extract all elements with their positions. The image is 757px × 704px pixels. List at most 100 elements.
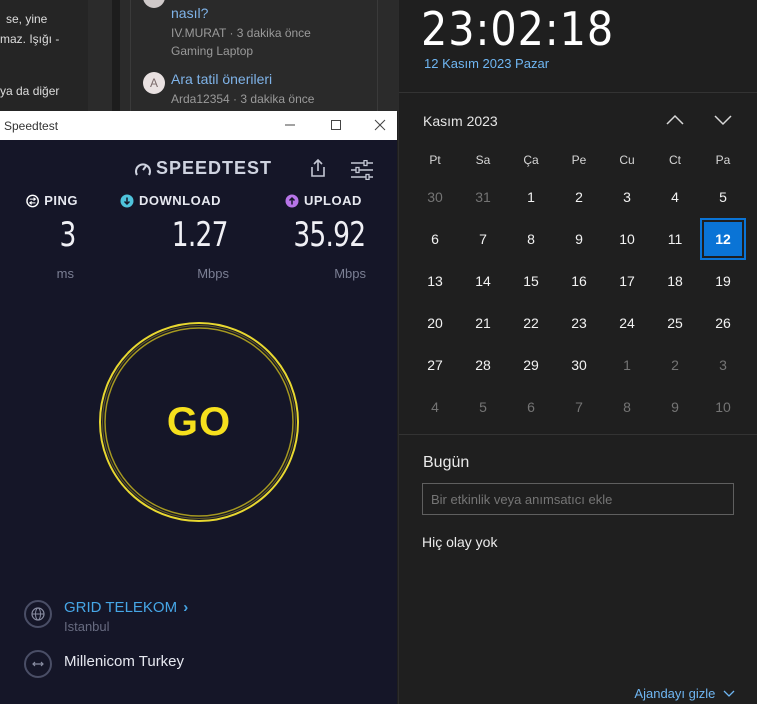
calendar-day[interactable]: 3 xyxy=(603,176,651,218)
ping-icon xyxy=(26,194,39,207)
calendar-day-today[interactable]: 12 xyxy=(700,218,746,260)
calendar-day[interactable]: 26 xyxy=(699,302,747,344)
hide-agenda-link[interactable]: Ajandayı gizle xyxy=(634,686,735,701)
calendar-day[interactable]: 4 xyxy=(411,386,459,428)
calendar-day[interactable]: 27 xyxy=(411,344,459,386)
calendar-day[interactable]: 20 xyxy=(411,302,459,344)
calendar-day[interactable]: 9 xyxy=(651,386,699,428)
full-date-link[interactable]: 12 Kasım 2023 Pazar xyxy=(424,56,549,71)
calendar-day[interactable]: 2 xyxy=(555,176,603,218)
calendar-flyout: 23:02:18 12 Kasım 2023 Pazar Kasım 2023 … xyxy=(398,0,757,704)
ping-label: PING xyxy=(44,193,78,208)
ping-unit: ms xyxy=(56,266,74,281)
post-author[interactable]: IV.MURAT xyxy=(171,26,226,40)
calendar-day[interactable]: 9 xyxy=(555,218,603,260)
download-unit: Mbps xyxy=(197,266,229,281)
upload-header: UPLOAD xyxy=(285,193,367,208)
divider xyxy=(399,434,757,435)
calendar-day[interactable]: 19 xyxy=(699,260,747,302)
divider xyxy=(399,92,757,93)
add-event-input[interactable] xyxy=(422,483,734,515)
chevron-up-icon xyxy=(666,114,684,125)
share-icon[interactable] xyxy=(308,158,328,178)
calendar-day[interactable]: 16 xyxy=(555,260,603,302)
chevron-down-icon xyxy=(714,115,732,126)
calendar-day[interactable]: 25 xyxy=(651,302,699,344)
background-text-line: ya da diğer xyxy=(0,84,60,98)
upload-value: 35.92 xyxy=(292,215,366,255)
calendar-day[interactable]: 6 xyxy=(411,218,459,260)
download-label: DOWNLOAD xyxy=(139,193,221,208)
minimize-icon xyxy=(285,124,295,126)
calendar-day[interactable]: 24 xyxy=(603,302,651,344)
calendar-day[interactable]: 28 xyxy=(459,344,507,386)
calendar-day[interactable]: 5 xyxy=(459,386,507,428)
upload-label: UPLOAD xyxy=(304,193,362,208)
calendar-day[interactable]: 10 xyxy=(603,218,651,260)
post-author[interactable]: Arda12354 xyxy=(171,92,230,106)
maximize-icon xyxy=(331,120,341,130)
calendar-day[interactable]: 8 xyxy=(603,386,651,428)
weekday-label: Ça xyxy=(523,153,539,167)
calendar-day[interactable]: 23 xyxy=(555,302,603,344)
agenda-today-heading: Bugün xyxy=(423,454,470,471)
minimize-button[interactable] xyxy=(268,115,312,137)
calendar-day[interactable]: 6 xyxy=(507,386,555,428)
calendar-day[interactable]: 15 xyxy=(507,260,555,302)
calendar-day[interactable]: 1 xyxy=(603,344,651,386)
calendar-day[interactable]: 17 xyxy=(603,260,651,302)
calendar-day[interactable]: 10 xyxy=(699,386,747,428)
go-button[interactable]: GO xyxy=(97,320,301,524)
background-divider xyxy=(112,0,120,112)
calendar-day[interactable]: 1 xyxy=(507,176,555,218)
background-browser: se, yine maz. Işığı - ya da diğer nasıl?… xyxy=(0,0,398,112)
calendar-day[interactable]: 5 xyxy=(699,176,747,218)
post-category[interactable]: Gaming Laptop xyxy=(171,44,253,58)
weekday-label: Sa xyxy=(475,153,491,167)
go-label: GO xyxy=(166,400,232,444)
download-metric: DOWNLOAD 1.27 Mbps xyxy=(120,193,230,281)
no-events-text: Hiç olay yok xyxy=(422,534,498,550)
calendar-day[interactable]: 13 xyxy=(411,260,459,302)
avatar xyxy=(143,0,165,8)
close-button[interactable] xyxy=(358,115,402,137)
calendar-day[interactable]: 30 xyxy=(411,176,459,218)
speedtest-window: Speedtest SPEEDTEST PING 3 ms DOWNLOAD 1… xyxy=(0,111,397,704)
calendar-day[interactable]: 21 xyxy=(459,302,507,344)
download-icon xyxy=(120,194,134,207)
window-titlebar[interactable]: Speedtest xyxy=(0,111,397,140)
upload-icon xyxy=(285,194,299,207)
speedtest-logo: SPEEDTEST xyxy=(156,158,273,178)
hide-agenda-label: Ajandayı gizle xyxy=(634,686,716,701)
chevron-down-icon xyxy=(723,690,735,697)
calendar-day[interactable]: 11 xyxy=(651,218,699,260)
calendar-day[interactable]: 18 xyxy=(651,260,699,302)
calendar-day[interactable]: 4 xyxy=(651,176,699,218)
calendar-day[interactable]: 30 xyxy=(555,344,603,386)
avatar: A xyxy=(143,72,165,94)
maximize-button[interactable] xyxy=(314,115,358,137)
background-text-line: se, yine xyxy=(6,12,48,26)
upload-unit: Mbps xyxy=(334,266,366,281)
chevron-right-icon: › xyxy=(183,599,189,616)
calendar-day[interactable]: 7 xyxy=(459,218,507,260)
calendar-day[interactable]: 14 xyxy=(459,260,507,302)
post-title[interactable]: nasıl? xyxy=(171,5,208,21)
calendar-day[interactable]: 7 xyxy=(555,386,603,428)
server-provider[interactable]: GRID TELEKOM › xyxy=(64,599,188,616)
next-month-button[interactable] xyxy=(709,108,737,132)
calendar-day[interactable]: 3 xyxy=(699,344,747,386)
settings-sliders-icon[interactable] xyxy=(350,160,374,180)
post-meta: Arda12354 · 3 dakika önce xyxy=(171,92,315,106)
calendar-day[interactable]: 2 xyxy=(651,344,699,386)
post-title[interactable]: Ara tatil önerileri xyxy=(171,71,272,87)
calendar-day[interactable]: 8 xyxy=(507,218,555,260)
calendar-day[interactable]: 29 xyxy=(507,344,555,386)
month-label[interactable]: Kasım 2023 xyxy=(423,113,498,129)
window-title: Speedtest xyxy=(4,119,59,133)
previous-month-button[interactable] xyxy=(661,108,689,132)
download-header: DOWNLOAD xyxy=(120,193,230,208)
calendar-day[interactable]: 31 xyxy=(459,176,507,218)
isp-name: Millenicom Turkey xyxy=(64,653,185,670)
calendar-day[interactable]: 22 xyxy=(507,302,555,344)
